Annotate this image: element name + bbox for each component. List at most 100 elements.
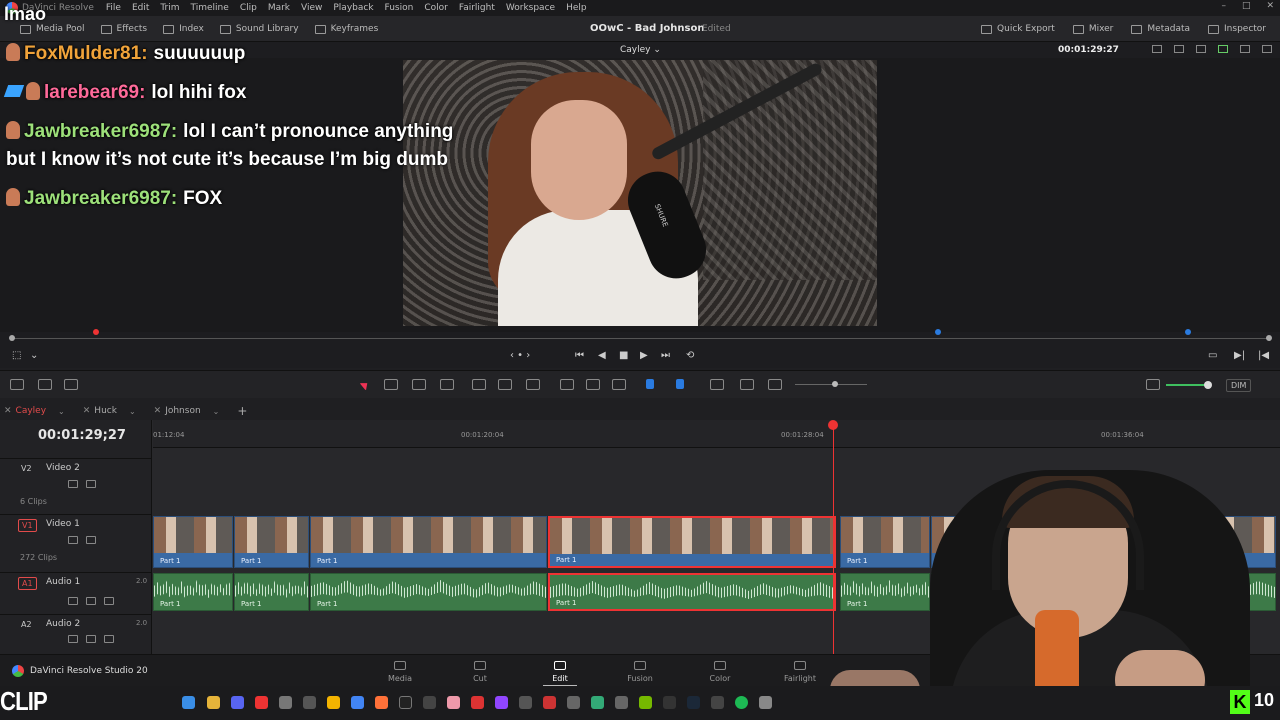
audio-meter-icon[interactable] [38, 379, 52, 390]
next-edit-icon[interactable]: ▶| [1234, 350, 1245, 361]
lock-icon[interactable] [612, 379, 626, 390]
app-icon[interactable] [711, 696, 724, 709]
zoom-slider-knob[interactable] [832, 381, 838, 387]
go-to-end-icon[interactable]: ⏭ [661, 350, 670, 361]
app-icon[interactable] [447, 696, 460, 709]
stop-icon[interactable]: ■ [619, 350, 628, 361]
chevron-down-icon[interactable]: ⌄ [129, 407, 136, 416]
fullscreen-icon[interactable] [1196, 45, 1206, 53]
page-media[interactable]: Media [375, 659, 425, 683]
quick-export-button[interactable]: Quick Export [981, 24, 1055, 34]
auto-select-icon[interactable] [68, 635, 78, 643]
add-timeline-icon[interactable]: + [237, 404, 247, 418]
audio-clip[interactable]: Part 1 [153, 573, 233, 611]
blade-tool-icon[interactable] [440, 379, 454, 390]
index-button[interactable]: Index [163, 24, 204, 34]
loop-icon[interactable]: ⟲ [686, 350, 694, 361]
app-icon[interactable] [471, 696, 484, 709]
track-visibility-icon[interactable] [86, 480, 96, 488]
app-icon[interactable] [543, 696, 556, 709]
track-id[interactable]: A2 [18, 619, 35, 630]
chevron-down-icon[interactable]: ⌄ [58, 407, 65, 416]
overwrite-clip-icon[interactable] [498, 379, 512, 390]
track-id[interactable]: V2 [18, 463, 35, 474]
menu-playback[interactable]: Playback [333, 3, 373, 13]
replace-clip-icon[interactable] [526, 379, 540, 390]
menu-fairlight[interactable]: Fairlight [459, 3, 495, 13]
page-edit[interactable]: Edit [535, 659, 585, 687]
browser-icon[interactable] [351, 696, 364, 709]
close-icon[interactable]: ✕ [83, 406, 91, 416]
in-point-icon[interactable] [9, 335, 15, 341]
app-icon[interactable] [591, 696, 604, 709]
menu-fusion[interactable]: Fusion [385, 3, 414, 13]
video-clip-selected[interactable]: Part 1 [548, 516, 836, 568]
media-pool-button[interactable]: Media Pool [20, 24, 85, 34]
metadata-button[interactable]: Metadata [1131, 24, 1190, 34]
menu-help[interactable]: Help [566, 3, 587, 13]
minimize-icon[interactable]: – [1221, 1, 1226, 11]
insert-clip-icon[interactable] [472, 379, 486, 390]
discord-icon[interactable] [231, 696, 244, 709]
menu-edit[interactable]: Edit [132, 3, 149, 13]
volume-knob[interactable] [1204, 381, 1212, 389]
nvidia-icon[interactable] [639, 696, 652, 709]
spotify-icon[interactable] [735, 696, 748, 709]
menu-file[interactable]: File [106, 3, 121, 13]
effects-button[interactable]: Effects [100, 24, 147, 34]
menu-workspace[interactable]: Workspace [506, 3, 555, 13]
marker-icon[interactable] [1185, 329, 1191, 335]
app-icon[interactable] [279, 696, 292, 709]
video-clip[interactable]: Part 1 [234, 516, 309, 568]
voiceover-icon[interactable] [64, 379, 78, 390]
zoom-slider[interactable] [795, 384, 867, 385]
single-viewer-icon[interactable] [1240, 45, 1250, 53]
menu-color[interactable]: Color [424, 3, 448, 13]
prev-edit-icon[interactable]: |◀ [1258, 350, 1269, 361]
audio-clip[interactable]: Part 1 [234, 573, 309, 611]
dual-viewer-icon[interactable] [1262, 45, 1272, 53]
menu-trim[interactable]: Trim [160, 3, 179, 13]
page-fusion[interactable]: Fusion [615, 659, 665, 683]
resolve-taskbar-icon[interactable] [567, 696, 580, 709]
chrome-icon[interactable] [327, 696, 340, 709]
audio-clip-selected[interactable]: Part 1 [548, 573, 836, 611]
close-icon[interactable]: ✕ [154, 406, 162, 416]
tab-huck[interactable]: ✕ Huck ⌄ [79, 406, 150, 416]
track-id[interactable]: V1 [18, 519, 37, 532]
trim-tool-icon[interactable] [384, 379, 398, 390]
play-icon[interactable]: ▶ [640, 350, 648, 361]
viewer-clip-selector[interactable]: Cayley ⌄ [620, 45, 661, 55]
go-to-start-icon[interactable]: ⏮ [575, 350, 584, 361]
linked-selection-icon[interactable] [586, 379, 600, 390]
video-clip[interactable]: Part 1 [153, 516, 233, 568]
twitch-icon[interactable] [495, 696, 508, 709]
chevron-down-icon[interactable]: ⌄ [213, 407, 220, 416]
menu-timeline[interactable]: Timeline [191, 3, 229, 13]
dim-button[interactable]: DIM [1226, 379, 1252, 392]
jog-icon[interactable]: ‹ • › [510, 350, 530, 361]
firefox-icon[interactable] [375, 696, 388, 709]
maximize-icon[interactable]: □ [1242, 1, 1251, 11]
transform-icon[interactable]: ⬚ [12, 350, 21, 361]
zoom-detail-icon[interactable] [740, 379, 754, 390]
app-icon[interactable] [423, 696, 436, 709]
menu-mark[interactable]: Mark [268, 3, 290, 13]
zoom-full-icon[interactable] [710, 379, 724, 390]
app-icon[interactable] [615, 696, 628, 709]
marker-icon[interactable] [93, 329, 99, 335]
audio-clip[interactable]: Part 1 [310, 573, 547, 611]
file-explorer-icon[interactable] [207, 696, 220, 709]
flag-icon[interactable] [646, 379, 654, 389]
auto-select-icon[interactable] [68, 480, 78, 488]
timeline-options-icon[interactable] [10, 379, 24, 390]
track-visibility-icon[interactable] [86, 536, 96, 544]
selection-tool-icon[interactable] [359, 379, 371, 391]
track-id[interactable]: A1 [18, 577, 37, 590]
viewer-zoom-icon[interactable] [1152, 45, 1162, 53]
close-icon[interactable]: ✕ [4, 406, 12, 416]
app-icon[interactable] [663, 696, 676, 709]
solo-icon[interactable] [86, 635, 96, 643]
tab-johnson[interactable]: ✕ Johnson ⌄ [150, 406, 234, 416]
viewer-scrubber[interactable] [0, 329, 1280, 344]
